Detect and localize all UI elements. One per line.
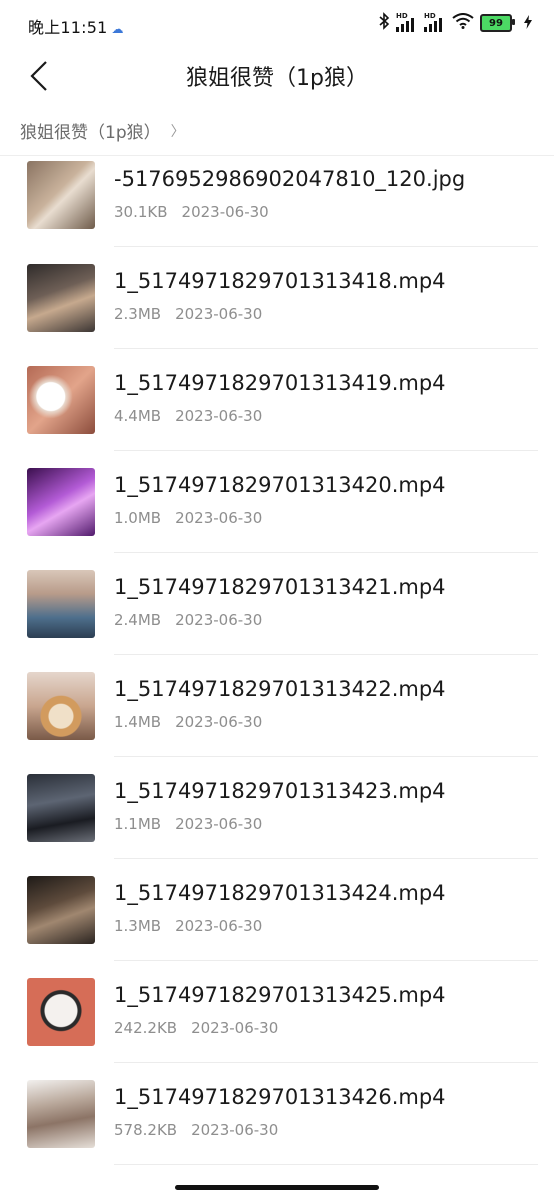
file-meta: 30.1KB 2023-06-30 bbox=[114, 203, 269, 221]
file-thumbnail bbox=[27, 978, 95, 1046]
battery-level: 99 bbox=[489, 17, 503, 29]
breadcrumb-item[interactable]: 狼姐很赞（1p狼） bbox=[20, 118, 161, 143]
file-meta: 242.2KB 2023-06-30 bbox=[114, 1019, 278, 1037]
file-thumbnail bbox=[27, 1080, 95, 1148]
bluetooth-icon bbox=[378, 12, 390, 34]
file-meta: 578.2KB 2023-06-30 bbox=[114, 1121, 278, 1139]
file-name: -5176952986902047810_120.jpg bbox=[114, 167, 466, 191]
file-size: 2.3MB bbox=[114, 305, 162, 323]
title-bar: 狼姐很赞（1p狼） bbox=[0, 48, 554, 102]
cloud-sync-icon: ☁ bbox=[111, 22, 124, 36]
file-size: 30.1KB bbox=[114, 203, 168, 221]
wifi-icon bbox=[452, 13, 474, 33]
file-thumbnail bbox=[27, 672, 95, 740]
file-date: 2023-06-30 bbox=[175, 713, 263, 731]
file-name: 1_5174971829701313423.mp4 bbox=[114, 779, 446, 803]
file-meta: 1.4MB 2023-06-30 bbox=[114, 713, 262, 731]
charging-icon bbox=[524, 14, 532, 33]
list-item[interactable]: 1_5174971829701313418.mp4 2.3MB 2023-06-3… bbox=[0, 247, 554, 349]
cellular-signal-1-icon: HD bbox=[396, 12, 418, 32]
cellular-signal-2-icon: HD bbox=[424, 12, 446, 32]
home-indicator[interactable] bbox=[175, 1185, 379, 1190]
file-thumbnail bbox=[27, 366, 95, 434]
file-size: 4.4MB bbox=[114, 407, 162, 425]
file-thumbnail bbox=[27, 264, 95, 332]
file-date: 2023-06-30 bbox=[175, 509, 263, 527]
file-name: 1_5174971829701313418.mp4 bbox=[114, 269, 446, 293]
file-meta: 1.1MB 2023-06-30 bbox=[114, 815, 262, 833]
list-item[interactable]: -5176952986902047810_120.jpg 30.1KB 2023-… bbox=[0, 145, 554, 247]
file-name: 1_5174971829701313421.mp4 bbox=[114, 575, 446, 599]
file-thumbnail bbox=[27, 468, 95, 536]
file-date: 2023-06-30 bbox=[175, 407, 263, 425]
file-meta: 4.4MB 2023-06-30 bbox=[114, 407, 262, 425]
file-size: 1.3MB bbox=[114, 917, 162, 935]
list-item[interactable]: 1_5174971829701313426.mp4 578.2KB 2023-06… bbox=[0, 1063, 554, 1165]
list-item[interactable]: 1_5174971829701313421.mp4 2.4MB 2023-06-3… bbox=[0, 553, 554, 655]
file-size: 1.0MB bbox=[114, 509, 162, 527]
file-date: 2023-06-30 bbox=[191, 1019, 279, 1037]
battery-indicator: 99 bbox=[480, 14, 515, 32]
list-item[interactable]: 1_5174971829701313419.mp4 4.4MB 2023-06-3… bbox=[0, 349, 554, 451]
file-name: 1_5174971829701313424.mp4 bbox=[114, 881, 446, 905]
page-title: 狼姐很赞（1p狼） bbox=[186, 66, 368, 91]
file-name: 1_5174971829701313425.mp4 bbox=[114, 983, 446, 1007]
file-name: 1_5174971829701313420.mp4 bbox=[114, 473, 446, 497]
list-item[interactable]: 1_5174971829701313422.mp4 1.4MB 2023-06-3… bbox=[0, 655, 554, 757]
status-icons: HD HD 99 bbox=[378, 12, 532, 34]
file-thumbnail bbox=[27, 774, 95, 842]
file-thumbnail bbox=[27, 161, 95, 229]
status-bar: 晚上11:51 ☁ HD HD 99 bbox=[0, 0, 554, 48]
file-meta: 2.3MB 2023-06-30 bbox=[114, 305, 262, 323]
file-date: 2023-06-30 bbox=[175, 815, 263, 833]
file-date: 2023-06-30 bbox=[175, 917, 263, 935]
file-meta: 1.0MB 2023-06-30 bbox=[114, 509, 262, 527]
file-size: 1.1MB bbox=[114, 815, 162, 833]
file-date: 2023-06-30 bbox=[181, 203, 269, 221]
row-divider bbox=[114, 1164, 538, 1165]
list-item[interactable]: 1_5174971829701313424.mp4 1.3MB 2023-06-3… bbox=[0, 859, 554, 961]
file-thumbnail bbox=[27, 570, 95, 638]
file-name: 1_5174971829701313426.mp4 bbox=[114, 1085, 446, 1109]
file-meta: 2.4MB 2023-06-30 bbox=[114, 611, 262, 629]
file-size: 1.4MB bbox=[114, 713, 162, 731]
breadcrumb[interactable]: 狼姐很赞（1p狼） 〉 bbox=[20, 118, 185, 143]
status-time: 晚上11:51 ☁ bbox=[28, 14, 124, 38]
list-item[interactable]: 1_5174971829701313423.mp4 1.1MB 2023-06-3… bbox=[0, 757, 554, 859]
file-size: 2.4MB bbox=[114, 611, 162, 629]
file-name: 1_5174971829701313419.mp4 bbox=[114, 371, 446, 395]
list-item[interactable]: 1_5174971829701313420.mp4 1.0MB 2023-06-3… bbox=[0, 451, 554, 553]
time-text: 晚上11:51 bbox=[28, 18, 108, 37]
file-date: 2023-06-30 bbox=[175, 611, 263, 629]
file-size: 242.2KB bbox=[114, 1019, 178, 1037]
file-name: 1_5174971829701313422.mp4 bbox=[114, 677, 446, 701]
file-meta: 1.3MB 2023-06-30 bbox=[114, 917, 262, 935]
file-date: 2023-06-30 bbox=[175, 305, 263, 323]
file-size: 578.2KB bbox=[114, 1121, 178, 1139]
chevron-right-icon: 〉 bbox=[170, 123, 185, 140]
file-thumbnail bbox=[27, 876, 95, 944]
list-item[interactable]: 1_5174971829701313425.mp4 242.2KB 2023-06… bbox=[0, 961, 554, 1063]
file-date: 2023-06-30 bbox=[191, 1121, 279, 1139]
